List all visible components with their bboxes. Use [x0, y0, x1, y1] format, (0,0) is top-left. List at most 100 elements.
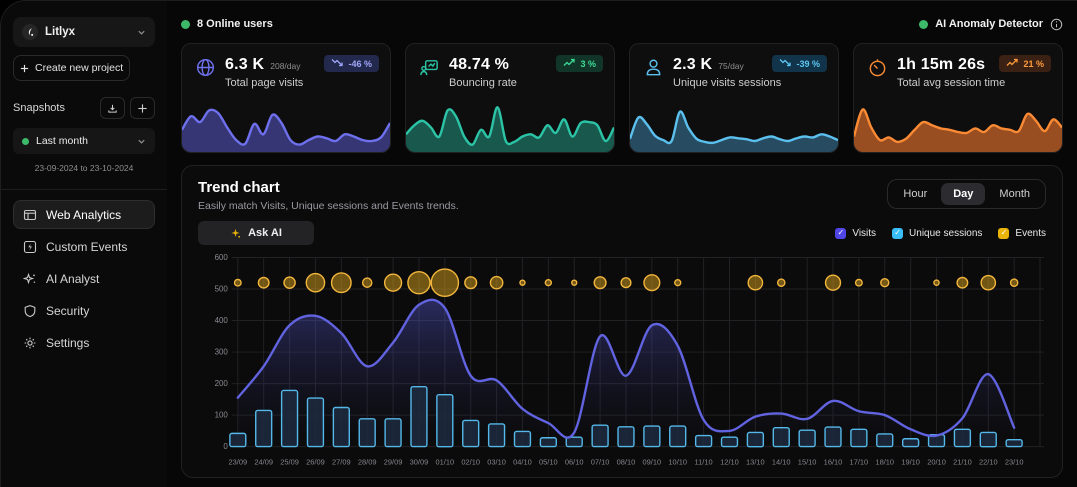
sidebar-item-ai-analyst[interactable]: AI Analyst	[13, 264, 155, 293]
legend-checkbox[interactable]: ✓	[835, 228, 846, 239]
events-bubble	[644, 275, 660, 291]
events-bubble	[934, 280, 939, 285]
create-project-button[interactable]: Create new project	[13, 55, 130, 81]
legend-item-unique-sessions[interactable]: ✓ Unique sessions	[892, 228, 982, 239]
sessions-bar	[644, 426, 660, 447]
svg-text:02/10: 02/10	[461, 458, 480, 467]
app-window: Litlyx Create new project Snapshots Last…	[0, 0, 1077, 487]
trend-badge-value: -46 %	[348, 59, 372, 69]
trend-badge: 3 %	[556, 55, 603, 72]
ask-ai-label: Ask AI	[248, 227, 282, 239]
sessions-bar	[825, 427, 841, 447]
event-bolt-icon	[22, 239, 37, 254]
trend-chart-title: Trend chart	[198, 179, 459, 196]
save-snapshot-button[interactable]	[100, 97, 125, 119]
stat-title: Total avg session time	[897, 77, 1005, 89]
plus-icon	[20, 64, 29, 73]
sessions-bar	[333, 407, 349, 446]
chevron-down-icon	[137, 137, 146, 146]
project-selector[interactable]: Litlyx	[13, 17, 155, 47]
sessions-bar	[411, 387, 427, 447]
chevron-down-icon	[137, 28, 146, 37]
legend-item-events[interactable]: ✓ Events	[998, 228, 1046, 239]
legend-item-visits[interactable]: ✓ Visits	[835, 228, 876, 239]
sessions-bar	[954, 429, 970, 446]
svg-text:500: 500	[215, 285, 229, 294]
svg-text:10/10: 10/10	[668, 458, 687, 467]
sessions-bar	[799, 430, 815, 446]
svg-text:19/10: 19/10	[901, 458, 920, 467]
stat-rate: 75/day	[718, 61, 744, 71]
svg-text:03/10: 03/10	[487, 458, 506, 467]
trend-down-icon	[779, 58, 791, 69]
sidebar-item-label: Settings	[46, 336, 89, 350]
svg-text:29/09: 29/09	[384, 458, 403, 467]
events-bubble	[981, 276, 995, 290]
events-bubble	[408, 272, 430, 294]
events-bubble	[748, 276, 762, 290]
sessions-bar	[592, 425, 608, 446]
events-bubble	[545, 280, 551, 286]
svg-text:11/10: 11/10	[695, 458, 713, 467]
legend-checkbox[interactable]: ✓	[892, 228, 903, 239]
stat-card: 6.3 K 208/day Total page visits -46 %	[181, 43, 391, 153]
main-content: 8 Online users AI Anomaly Detector 6.3 K…	[167, 1, 1077, 487]
events-bubble	[431, 269, 458, 296]
online-users-label: 8 Online users	[197, 18, 273, 30]
stat-title: Total page visits	[225, 77, 303, 89]
svg-text:20/10: 20/10	[927, 458, 946, 467]
anomaly-status-dot	[919, 20, 928, 29]
svg-text:28/09: 28/09	[358, 458, 377, 467]
sessions-bar	[540, 438, 556, 447]
stat-sparkline	[182, 100, 390, 152]
svg-text:09/10: 09/10	[643, 458, 662, 467]
stat-cards-row: 6.3 K 208/day Total page visits -46 % 48…	[181, 43, 1063, 153]
sidebar-item-label: Security	[46, 304, 89, 318]
snapshot-period-select[interactable]: Last month	[13, 128, 155, 154]
svg-text:08/10: 08/10	[617, 458, 636, 467]
toggle-day[interactable]: Day	[941, 183, 985, 205]
svg-text:25/09: 25/09	[280, 458, 299, 467]
events-bubble	[856, 279, 863, 286]
add-snapshot-button[interactable]	[130, 97, 155, 119]
sidebar-item-settings[interactable]: Settings	[13, 328, 155, 357]
sidebar-item-label: AI Analyst	[46, 272, 99, 286]
toggle-hour[interactable]: Hour	[891, 183, 939, 205]
gear-icon	[22, 335, 37, 350]
user-icon	[643, 57, 664, 78]
svg-text:13/10: 13/10	[746, 458, 765, 467]
project-name: Litlyx	[45, 26, 130, 38]
period-status-dot	[22, 138, 29, 145]
info-icon[interactable]	[1050, 18, 1063, 31]
svg-text:04/10: 04/10	[513, 458, 532, 467]
sessions-bar	[670, 426, 686, 447]
svg-text:300: 300	[215, 348, 229, 357]
ask-ai-button[interactable]: Ask AI	[198, 221, 314, 245]
events-bubble	[826, 275, 841, 290]
trend-down-icon	[331, 58, 343, 69]
events-bubble	[306, 274, 324, 292]
svg-text:05/10: 05/10	[539, 458, 558, 467]
events-bubble	[621, 278, 631, 288]
trend-chart-area: 0100200300400500600 23/0924/0925/0926/09…	[198, 251, 1046, 479]
events-bubble	[235, 279, 242, 286]
toggle-month[interactable]: Month	[987, 183, 1042, 205]
sidebar-item-custom-events[interactable]: Custom Events	[13, 232, 155, 261]
events-bubble	[594, 277, 606, 289]
events-bubble	[572, 280, 577, 285]
sessions-bar	[256, 410, 272, 446]
events-bubble	[332, 273, 352, 293]
snapshot-period-value: Last month	[36, 135, 130, 147]
svg-text:23/10: 23/10	[1005, 458, 1024, 467]
stat-title: Unique visits sessions	[673, 77, 781, 89]
trend-chart-subtitle: Easily match Visits, Unique sessions and…	[198, 200, 459, 212]
svg-text:18/10: 18/10	[875, 458, 894, 467]
legend-label: Visits	[852, 228, 876, 239]
sidebar-item-web-analytics[interactable]: Web Analytics	[13, 200, 155, 229]
events-bubble	[465, 277, 477, 289]
sidebar-item-security[interactable]: Security	[13, 296, 155, 325]
events-bubble	[1011, 279, 1018, 286]
legend-checkbox[interactable]: ✓	[998, 228, 1009, 239]
sessions-bar	[385, 419, 401, 447]
svg-text:12/10: 12/10	[720, 458, 739, 467]
